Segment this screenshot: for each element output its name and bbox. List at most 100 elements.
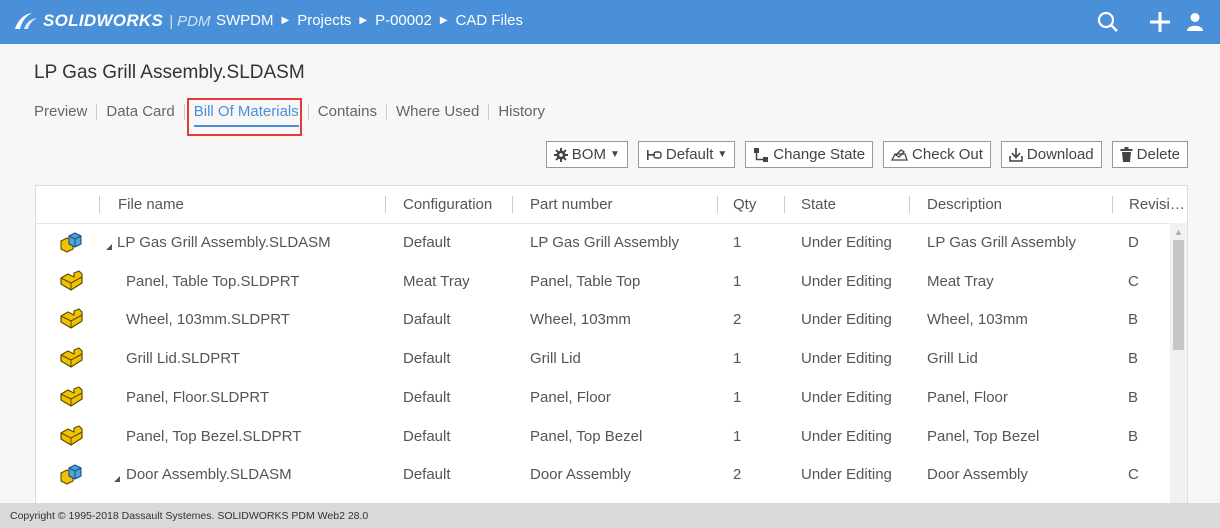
search-icon (1097, 11, 1118, 32)
table-row[interactable]: Panel, Table Top.SLDPRT Meat Tray Panel, T… (36, 262, 1171, 300)
cell-config: Dafault (403, 311, 451, 329)
cell-rev: B (1128, 388, 1139, 406)
column-header-state[interactable]: State (801, 196, 836, 213)
default-label: Default (665, 146, 714, 163)
ds-logo-icon (15, 13, 37, 29)
table-row[interactable]: Wheel, 103mm.SLDPRT Dafault Wheel, 103mm 2 U… (36, 300, 1171, 338)
page-title: LP Gas Grill Assembly.SLDASM (34, 62, 305, 83)
bom-dropdown-button[interactable]: BOM ▼ (545, 141, 628, 168)
top-actions (1082, 0, 1220, 44)
part-icon (58, 346, 84, 374)
tab-divider (307, 103, 309, 120)
cell-config: Default (403, 388, 451, 406)
part-icon (58, 424, 84, 452)
breadcrumb-arrow-icon: ▶ (281, 15, 290, 26)
cell-file: LP Gas Grill Assembly.SLDASM (117, 234, 331, 251)
cell-state: Under Editing (801, 350, 892, 368)
cell-state: Under Editing (801, 388, 892, 406)
breadcrumb-item-cad-files[interactable]: CAD Files (456, 12, 524, 29)
cell-desc: Meat Tray (927, 272, 994, 290)
bom-label: BOM (571, 146, 606, 163)
cell-desc: LP Gas Grill Assembly (927, 234, 1076, 251)
tab-preview[interactable]: Preview (34, 103, 87, 120)
tab-contains[interactable]: Contains (318, 103, 377, 120)
column-divider (512, 196, 513, 213)
add-button[interactable] (1134, 0, 1186, 44)
column-header-part-number[interactable]: Part number (530, 196, 613, 213)
expand-toggle-icon[interactable] (106, 244, 112, 250)
cell-state: Under Editing (801, 234, 892, 251)
column-divider (784, 196, 785, 213)
download-button[interactable]: Download (1000, 141, 1102, 168)
caret-down-icon: ▼ (717, 149, 728, 160)
cell-part: Panel, Table Top (530, 272, 641, 290)
breadcrumb-item-p00002[interactable]: P-00002 (375, 12, 432, 29)
column-divider (99, 196, 100, 213)
breadcrumb-item-swpdm[interactable]: SWPDM (216, 12, 274, 29)
cell-config: Default (403, 350, 451, 368)
scroll-up-icon[interactable]: ▲ (1174, 227, 1183, 237)
cell-file: Panel, Top Bezel.SLDPRT (126, 427, 302, 445)
tab-divider (183, 103, 185, 120)
cell-file: Grill Lid.SLDPRT (126, 350, 240, 368)
cell-qty: 2 (733, 311, 742, 329)
tab-divider (385, 103, 387, 120)
column-header-qty[interactable]: Qty (733, 196, 756, 213)
solidworks-logo[interactable]: SOLIDWORKS | PDM (12, 10, 211, 32)
vertical-scrollbar[interactable]: ▲ (1170, 223, 1187, 514)
check-out-button[interactable]: Check Out (883, 141, 991, 168)
cell-part: Wheel, 103mm (530, 311, 631, 329)
column-divider (909, 196, 910, 213)
download-label: Download (1026, 146, 1094, 163)
plus-icon (1150, 12, 1170, 32)
column-header-configuration[interactable]: Configuration (403, 196, 492, 213)
cell-desc: Panel, Floor (927, 388, 1008, 406)
change-state-button[interactable]: Change State (745, 141, 874, 168)
cell-file: Wheel, 103mm.SLDPRT (126, 311, 290, 329)
tab-data-card[interactable]: Data Card (106, 103, 174, 120)
part-icon (58, 269, 84, 297)
tab-where-used[interactable]: Where Used (396, 103, 479, 120)
cell-desc: Panel, Top Bezel (927, 427, 1040, 445)
cell-config: Default (403, 427, 451, 445)
toolbar: BOM ▼ Default ▼ Change State Check Out D… (536, 141, 1188, 168)
tab-divider (488, 103, 490, 120)
cell-desc: Grill Lid (927, 350, 978, 368)
cell-part: Panel, Floor (530, 388, 611, 406)
cell-state: Under Editing (801, 427, 892, 445)
table-row[interactable]: Grill Lid.SLDPRT Default Grill Lid 1 Under E… (36, 339, 1171, 377)
top-bar: SOLIDWORKS | PDM SWPDM ▶ Projects ▶ P-00… (0, 0, 1220, 44)
cell-config: Meat Tray (403, 272, 470, 290)
cell-file: Panel, Table Top.SLDPRT (126, 272, 300, 290)
cell-part: Panel, Top Bezel (530, 427, 643, 445)
cell-config: Default (403, 234, 451, 251)
download-icon (1009, 148, 1023, 162)
cell-rev: B (1128, 311, 1139, 329)
user-button[interactable] (1186, 0, 1220, 44)
cell-part: Grill Lid (530, 350, 581, 368)
column-divider (717, 196, 718, 213)
table-row[interactable]: Panel, Top Bezel.SLDPRT Default Panel, Top… (36, 417, 1171, 455)
scrollbar-thumb[interactable] (1173, 240, 1184, 350)
search-button[interactable] (1082, 0, 1134, 44)
column-header-revision[interactable]: Revisi… (1129, 196, 1185, 213)
delete-button[interactable]: Delete (1111, 141, 1188, 168)
table-row[interactable]: LP Gas Grill Assembly.SLDASM Default LP Ga… (36, 223, 1171, 261)
cell-qty: 1 (733, 272, 742, 290)
configuration-icon (646, 149, 662, 160)
breadcrumb-item-projects[interactable]: Projects (297, 12, 351, 29)
configuration-dropdown-button[interactable]: Default ▼ (637, 141, 736, 168)
column-header-description[interactable]: Description (927, 196, 1002, 213)
breadcrumb-arrow-icon: ▶ (439, 15, 448, 26)
bom-table: File name Configuration Part number Qty … (35, 185, 1188, 515)
column-header-file-name[interactable]: File name (118, 196, 184, 213)
expand-toggle-icon[interactable] (114, 476, 120, 483)
cell-qty: 1 (733, 350, 742, 368)
user-icon (1187, 13, 1203, 31)
table-header: File name Configuration Part number Qty … (36, 186, 1187, 224)
table-row[interactable]: Panel, Floor.SLDPRT Default Panel, Floor 1 U… (36, 378, 1171, 416)
tab-history[interactable]: History (498, 103, 545, 120)
caret-down-icon: ▼ (609, 149, 620, 160)
table-row[interactable]: Door Assembly.SLDASM Default Door Assembly… (36, 455, 1171, 493)
cell-state: Under Editing (801, 272, 892, 290)
